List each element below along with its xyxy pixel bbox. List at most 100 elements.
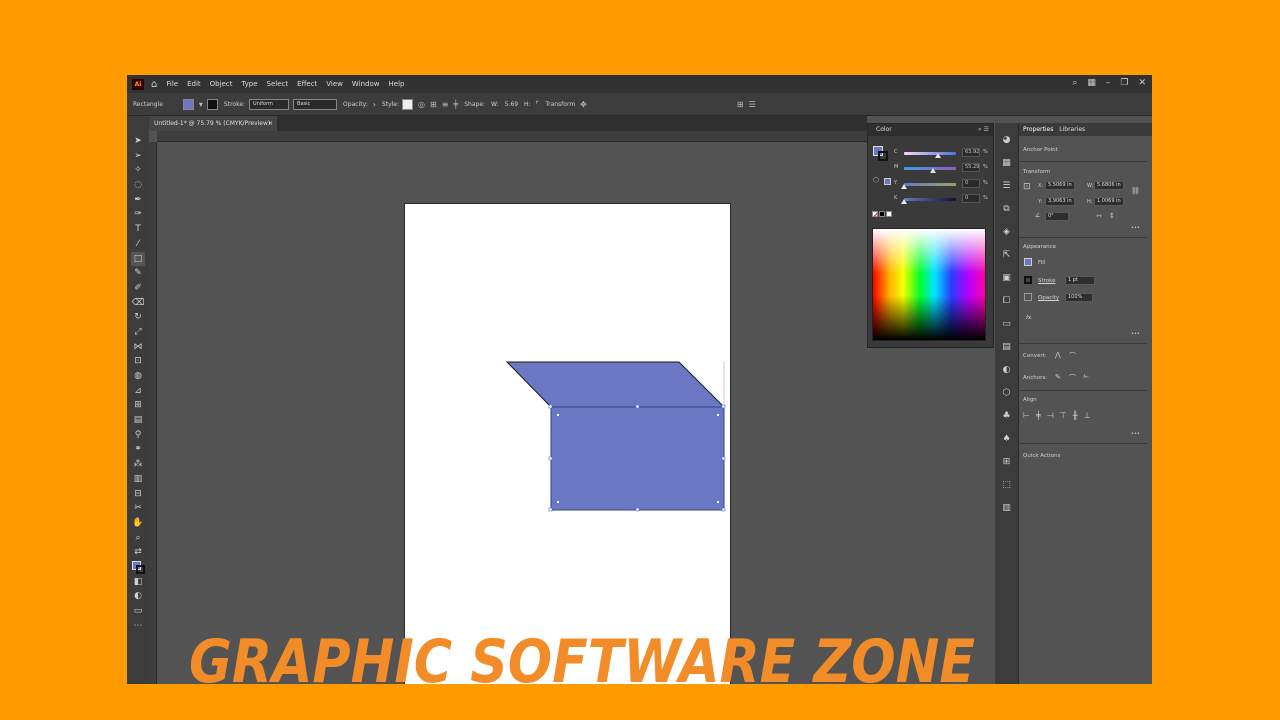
export-icon[interactable]: ⇱ (1000, 244, 1014, 267)
mesh-tool-icon[interactable]: ⊞ (131, 398, 145, 413)
align-right-icon[interactable]: ⊣ (1047, 411, 1054, 420)
gradient-tool-icon[interactable]: ▤ (131, 413, 145, 428)
asset-export-icon[interactable]: ⊞ (1000, 451, 1014, 474)
fill-stroke-icon[interactable] (131, 560, 145, 575)
stroke-label[interactable]: Stroke (1038, 278, 1056, 284)
chevron-down-icon[interactable]: ▾ (199, 100, 203, 109)
menu-type[interactable]: Type (241, 80, 257, 88)
none-swatch[interactable] (872, 211, 878, 217)
transform-more[interactable]: ••• (1131, 225, 1140, 231)
eyedropper-icon[interactable]: ⚲ (131, 428, 145, 443)
appearance-icon[interactable]: ◐ (1000, 359, 1014, 382)
search-icon[interactable]: ⌕ (1072, 78, 1077, 88)
magenta-value[interactable]: 55.29 (962, 163, 980, 172)
flip-vertical-icon[interactable]: ↕ (1109, 212, 1115, 220)
brushes-icon[interactable]: ☰ (1000, 175, 1014, 198)
free-transform-icon[interactable]: ⊡ (131, 354, 145, 369)
gradient-icon[interactable]: ▤ (1000, 336, 1014, 359)
properties-icon[interactable]: ▥ (1000, 497, 1014, 520)
slice-tool-icon[interactable]: ✂ (131, 501, 145, 516)
vertical-ruler[interactable] (149, 142, 157, 684)
layers-icon[interactable]: ◈ (1000, 221, 1014, 244)
white-swatch[interactable] (886, 211, 892, 217)
opacity-label[interactable]: Opacity (1038, 295, 1059, 301)
shape-builder-icon[interactable]: ◍ (131, 369, 145, 384)
menu-help[interactable]: Help (389, 80, 405, 88)
artboard-tool-icon[interactable]: ⊟ (131, 487, 145, 502)
tab-libraries[interactable]: Libraries (1059, 126, 1085, 133)
rectangle-shape[interactable] (550, 406, 725, 511)
recolor-icon[interactable]: ◎ (418, 100, 425, 109)
swatches-icon[interactable]: ▦ (1000, 152, 1014, 175)
reference-point-icon[interactable]: ⊡ (1023, 182, 1031, 192)
stroke-swatch[interactable] (206, 98, 218, 110)
yellow-value[interactable]: 0 (962, 179, 980, 188)
draw-mode-icon[interactable]: ◐ (131, 589, 145, 604)
graphic-styles-icon[interactable]: ♠ (1000, 428, 1014, 451)
rotate-tool-icon[interactable]: ↻ (131, 310, 145, 325)
selection-tool-icon[interactable]: ➤ (131, 134, 145, 149)
y-field[interactable]: 3.9063 in (1045, 197, 1075, 206)
direct-selection-tool-icon[interactable]: ➢ (131, 149, 145, 164)
align-hcenter-icon[interactable]: ╪ (1036, 411, 1041, 420)
flip-horizontal-icon[interactable]: ⇿ (1096, 212, 1102, 220)
remove-anchor-icon[interactable]: ✎ (1055, 373, 1061, 381)
constrain-link-icon[interactable]: ⛓ (1131, 187, 1140, 195)
swap-colors-icon[interactable]: ⇄ (131, 545, 145, 560)
h-field[interactable]: 1.0069 in (1094, 197, 1124, 206)
minimize-icon[interactable]: – (1106, 78, 1111, 88)
corners-icon[interactable]: ⌜ (536, 100, 540, 109)
curvature-tool-icon[interactable]: ✑ (131, 207, 145, 222)
maximize-icon[interactable]: ❐ (1120, 78, 1128, 88)
workspace-icon[interactable]: ▦ (1087, 78, 1096, 88)
rectangle-tool-icon[interactable]: □ (131, 251, 145, 267)
canvas[interactable] (157, 142, 867, 684)
angle-field[interactable]: 0° (1045, 212, 1069, 221)
color-mode-icon[interactable]: ◧ (131, 575, 145, 590)
transparency-icon[interactable]: ⬚ (1000, 474, 1014, 497)
eraser-icon[interactable]: ⌫ (131, 296, 145, 311)
transform-icon[interactable]: ✥ (580, 100, 587, 109)
artboards-icon[interactable]: ▣ (1000, 267, 1014, 290)
hand-tool-icon[interactable]: ✋ (131, 516, 145, 531)
convert-corner-icon[interactable]: ⋀ (1055, 351, 1061, 359)
perspective-grid-icon[interactable]: ⊿ (131, 384, 145, 399)
menu-file[interactable]: File (166, 80, 178, 88)
arrange-icon[interactable]: ⊞ (737, 100, 744, 109)
align-center-icon[interactable]: ╪ (453, 100, 458, 109)
align-vcenter-icon[interactable]: ╫ (1073, 411, 1078, 420)
color-panel-icon[interactable]: ◕ (1000, 129, 1014, 152)
cyan-slider[interactable]: C 63.92 % (894, 148, 989, 158)
panel-menu-icon[interactable]: » ☰ (978, 124, 989, 136)
w-field[interactable]: 5.6806 in (1094, 181, 1124, 190)
align-left-icon[interactable]: ⊢ (1023, 411, 1030, 420)
line-tool-icon[interactable]: ⁄ (131, 237, 145, 252)
align-bottom-icon[interactable]: ⊥ (1084, 411, 1091, 420)
scale-tool-icon[interactable]: ⤢ (131, 325, 145, 340)
out-of-gamut-icon[interactable]: ⬡ (873, 176, 879, 184)
fill-swatch[interactable] (182, 98, 194, 110)
fx-button[interactable]: fx. (1026, 315, 1033, 321)
opacity-arrow-icon[interactable]: › (373, 100, 376, 109)
shaper-tool-icon[interactable]: ✐ (131, 281, 145, 296)
width-value[interactable]: 5.69 (505, 101, 518, 108)
current-color-chip[interactable] (884, 178, 891, 185)
brush-select[interactable]: Basic (293, 98, 338, 110)
align-top-icon[interactable]: ⊤ (1060, 411, 1067, 420)
distribute-icon[interactable]: ≡ (442, 100, 449, 109)
stroke-color-swatch[interactable] (1024, 276, 1032, 284)
graph-tool-icon[interactable]: ▥ (131, 472, 145, 487)
fill-stroke-swatch[interactable] (873, 141, 891, 163)
magenta-slider[interactable]: M 55.29 % (894, 163, 989, 173)
align-icon[interactable]: ⊞ (430, 100, 437, 109)
cut-path-icon[interactable]: ✁ (1083, 373, 1089, 381)
comments-icon[interactable]: ▭ (1000, 313, 1014, 336)
transform-label[interactable]: Transform (545, 101, 575, 108)
align-more[interactable]: ••• (1131, 431, 1140, 437)
fill-color-swatch[interactable] (1024, 258, 1032, 266)
connect-anchor-icon[interactable]: ⌒ (1069, 373, 1076, 383)
slanted-top-shape[interactable] (505, 361, 726, 408)
style-swatch[interactable] (402, 98, 414, 110)
color-spectrum[interactable] (872, 228, 986, 341)
type-tool-icon[interactable]: T (131, 222, 145, 237)
